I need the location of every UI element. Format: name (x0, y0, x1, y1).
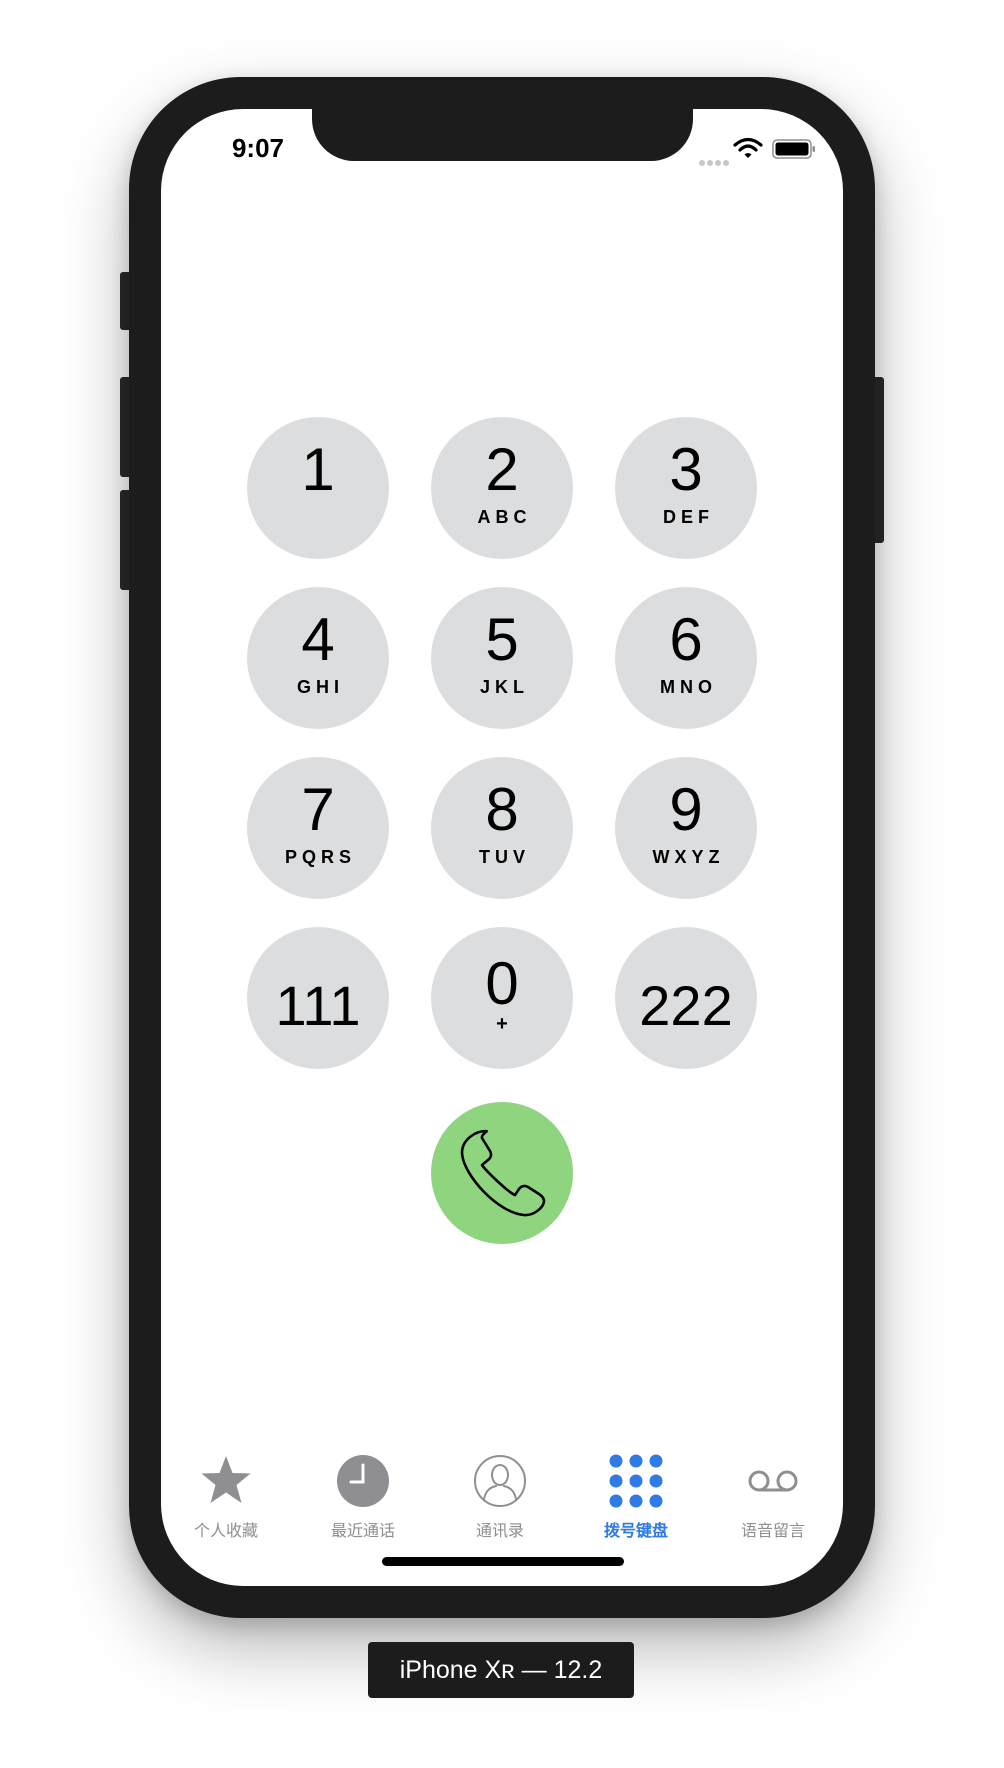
key-6[interactable]: 6 MNO (615, 587, 757, 729)
key-letters: JKL (479, 677, 529, 697)
wifi-icon (733, 137, 763, 158)
keypad-icon (609, 1454, 663, 1508)
key-7[interactable]: 7 PQRS (247, 757, 389, 899)
cellular-signal-icon (699, 153, 731, 171)
key-digit: 8 (485, 776, 519, 843)
key-digit: 6 (669, 606, 703, 673)
key-digit: 5 (485, 606, 519, 673)
key-digit: 9 (669, 776, 703, 843)
tab-label: 通讯录 (475, 1523, 524, 1540)
key-0[interactable]: 0 + (431, 927, 573, 1069)
device-caption: iPhone Xʀ — 12.2 (368, 1642, 634, 1698)
key-letters: + (496, 1013, 508, 1035)
key-digit: 0 (485, 950, 519, 1017)
key-digit: 7 (301, 776, 335, 843)
key-digit: 4 (301, 606, 335, 673)
key-letters: GHI (296, 677, 344, 697)
key-1[interactable]: 1 (247, 417, 389, 559)
tab-recents[interactable]: 最近通话 (308, 1454, 418, 1544)
tab-voicemail[interactable]: 语音留言 (718, 1454, 828, 1544)
star-icon (201, 1456, 251, 1503)
status-time: 9:07 (231, 133, 285, 163)
key-letters: MNO (660, 677, 717, 697)
key-5[interactable]: 5 JKL (431, 587, 573, 729)
key-111[interactable]: 111 (247, 927, 389, 1069)
tab-label: 个人收藏 (193, 1523, 258, 1540)
key-letters: ABC (477, 507, 532, 527)
phone-screen: 9:07 1 2 ABC 3 DEF 4 GHI 5 JKL 6 MNO 7 P… (161, 109, 843, 1586)
key-8[interactable]: 8 TUV (431, 757, 573, 899)
key-letters: PQRS (284, 847, 356, 867)
tab-label: 拨号键盘 (603, 1523, 668, 1540)
key-3[interactable]: 3 DEF (615, 417, 757, 559)
notch (312, 109, 693, 161)
tab-favorites[interactable]: 个人收藏 (171, 1454, 281, 1544)
key-digit: 222 (639, 974, 733, 1037)
key-digit: 3 (669, 436, 703, 503)
key-222[interactable]: 222 (615, 927, 757, 1069)
key-2[interactable]: 2 ABC (431, 417, 573, 559)
key-9[interactable]: 9 WXYZ (615, 757, 757, 899)
clock-icon (337, 1455, 389, 1507)
key-4[interactable]: 4 GHI (247, 587, 389, 729)
home-indicator[interactable] (382, 1557, 624, 1566)
phone-icon (460, 1129, 546, 1217)
key-digit: 1 (301, 436, 335, 503)
tab-label: 语音留言 (740, 1523, 805, 1540)
key-letters: TUV (479, 847, 530, 867)
phone-frame: 9:07 1 2 ABC 3 DEF 4 GHI 5 JKL 6 MNO 7 P… (129, 77, 875, 1618)
tab-keypad[interactable]: 拨号键盘 (581, 1454, 691, 1544)
contact-icon (474, 1455, 526, 1507)
battery-icon (772, 139, 815, 159)
key-letters: WXYZ (652, 847, 725, 867)
tab-label: 最近通话 (330, 1523, 395, 1540)
key-digit: 111 (275, 974, 361, 1037)
voicemail-icon (748, 1470, 798, 1492)
key-letters: DEF (663, 507, 714, 527)
key-digit: 2 (485, 436, 519, 503)
call-button[interactable] (431, 1102, 573, 1244)
tab-contacts[interactable]: 通讯录 (445, 1454, 555, 1544)
